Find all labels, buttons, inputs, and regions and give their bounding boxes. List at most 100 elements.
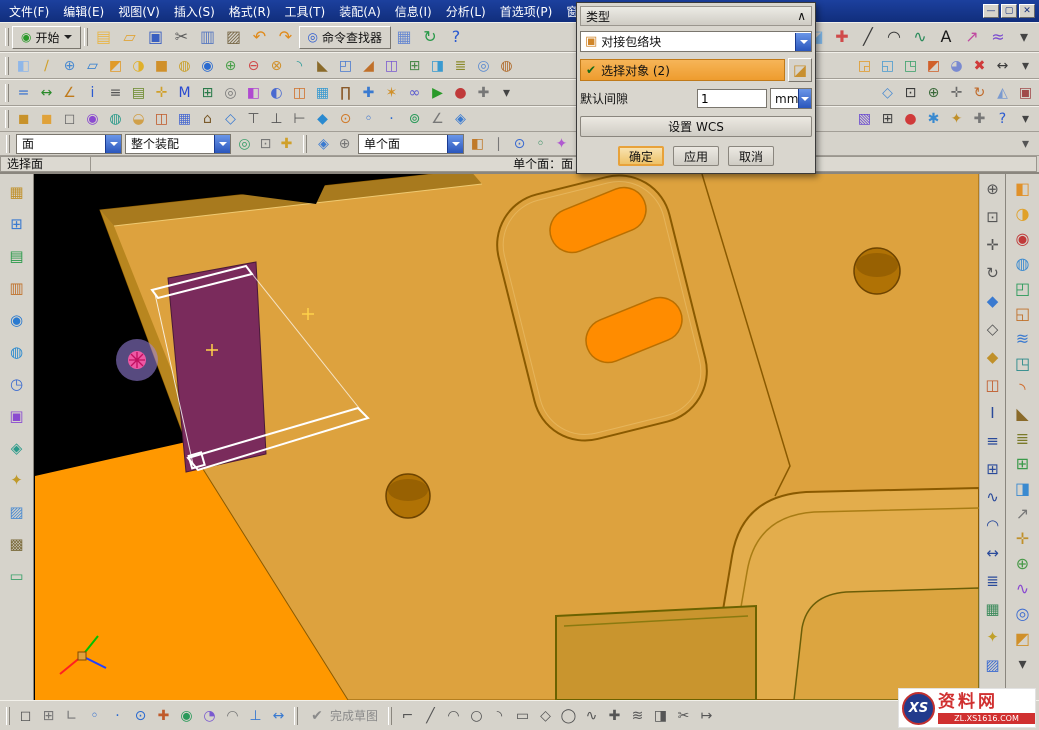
- apply-button[interactable]: 应用: [673, 146, 719, 166]
- snap-angle-icon[interactable]: ∠: [426, 108, 449, 130]
- fillet-icon[interactable]: ◝: [488, 705, 511, 727]
- trimetric-view-icon[interactable]: ◇: [219, 108, 242, 130]
- section-icon[interactable]: ◫: [981, 375, 1005, 396]
- shaded-icon[interactable]: ◆: [981, 347, 1005, 368]
- snap-point-toggle-icon[interactable]: ⊙: [509, 134, 530, 154]
- hd3d-tools-icon[interactable]: ◉: [5, 310, 29, 331]
- reuse-library-icon[interactable]: ▥: [5, 278, 29, 299]
- toolbar-grip[interactable]: [388, 707, 392, 725]
- restore-button[interactable]: ▢: [1001, 4, 1017, 18]
- rectangle-icon[interactable]: ▭: [511, 705, 534, 727]
- patch-icon[interactable]: ◍: [495, 55, 518, 77]
- thread-icon[interactable]: ≣: [1011, 428, 1035, 449]
- edit-section-icon[interactable]: ◫: [150, 108, 173, 130]
- replace-face-icon[interactable]: ◩: [922, 55, 945, 77]
- dimension-bar-icon[interactable]: ↔: [981, 543, 1005, 564]
- dropdown-arrow-icon[interactable]: [795, 33, 811, 51]
- pattern-icon[interactable]: ⊞: [1011, 453, 1035, 474]
- select-object-row[interactable]: ✔ 选择对象 (2): [580, 59, 785, 81]
- assembly-constraints-icon[interactable]: ∏: [334, 82, 357, 104]
- more-features-icon[interactable]: ▾: [1011, 653, 1035, 674]
- emboss-icon[interactable]: ◩: [1011, 628, 1035, 649]
- stop-at-intersection-icon[interactable]: ∣: [488, 134, 509, 154]
- default-gap-input[interactable]: [697, 89, 767, 108]
- unite-icon[interactable]: ⊕: [219, 55, 242, 77]
- menu-information[interactable]: 信息(I): [388, 1, 439, 22]
- iso-view-icon[interactable]: ◆: [311, 108, 334, 130]
- snapshot-icon[interactable]: ▣: [1014, 82, 1037, 104]
- help-icon[interactable]: ?: [443, 24, 469, 50]
- end-point-icon[interactable]: ◦: [357, 108, 380, 130]
- cancel-button[interactable]: 取消: [728, 146, 774, 166]
- section-view-icon[interactable]: ◫: [288, 82, 311, 104]
- snap-point-icon[interactable]: ◉: [175, 705, 198, 727]
- studio-spline-icon[interactable]: ∿: [907, 24, 933, 50]
- face-rule-combo[interactable]: 单个面: [358, 134, 464, 154]
- measure-angle-icon[interactable]: ∠: [58, 82, 81, 104]
- finish-sketch-button[interactable]: ✔ 完成草图: [302, 705, 384, 727]
- boss-icon[interactable]: ◍: [1011, 253, 1035, 274]
- dropdown-arrow-icon[interactable]: [798, 89, 811, 108]
- command-finder-button[interactable]: ◎ 命令查找器: [299, 26, 392, 49]
- inside-only-icon[interactable]: ⊡: [255, 134, 276, 154]
- extend-icon[interactable]: ↦: [695, 705, 718, 727]
- type-combo[interactable]: ▣ 对接包络块: [580, 31, 812, 52]
- process-studio-icon[interactable]: ▣: [5, 406, 29, 427]
- shell-icon[interactable]: ◰: [334, 55, 357, 77]
- orient-wcs-icon[interactable]: ◆: [981, 291, 1005, 312]
- magnify-cursor-icon[interactable]: ⊕: [334, 134, 355, 154]
- collapse-icon[interactable]: ∧: [797, 9, 806, 23]
- circle-icon[interactable]: ○: [465, 705, 488, 727]
- hole-icon[interactable]: ◉: [1011, 228, 1035, 249]
- mirror-icon[interactable]: ◨: [1011, 478, 1035, 499]
- snap-quadrant-icon[interactable]: ◔: [198, 705, 221, 727]
- perspective-icon[interactable]: ◭: [991, 82, 1014, 104]
- snap-mid-icon[interactable]: ·: [106, 705, 129, 727]
- curve-arrow-icon[interactable]: ↗: [959, 24, 985, 50]
- toolbar-grip[interactable]: [303, 135, 307, 153]
- ruler-icon[interactable]: ≡: [981, 431, 1005, 452]
- close-button[interactable]: ✕: [1019, 4, 1035, 18]
- toolbar-grip[interactable]: [5, 57, 9, 75]
- mid-point-icon[interactable]: ·: [380, 108, 403, 130]
- type-group-header[interactable]: 类型 ∧: [580, 6, 812, 26]
- more-tools-icon[interactable]: ▾: [495, 82, 518, 104]
- auto-dimension-icon[interactable]: ↔: [267, 705, 290, 727]
- material-icon[interactable]: M: [173, 82, 196, 104]
- constraints-icon[interactable]: ⊥: [244, 705, 267, 727]
- face-rule-icon[interactable]: ◧: [467, 134, 488, 154]
- object-info-icon[interactable]: i: [81, 82, 104, 104]
- text-icon[interactable]: A: [933, 24, 959, 50]
- tube-icon[interactable]: ◎: [1011, 603, 1035, 624]
- rotate-icon[interactable]: ↻: [981, 263, 1005, 284]
- dropdown-arrow-icon[interactable]: [447, 135, 463, 153]
- refresh-icon[interactable]: ↻: [417, 24, 443, 50]
- touch-panel-icon[interactable]: ▭: [5, 566, 29, 587]
- ok-button[interactable]: 确定: [618, 146, 664, 166]
- linear-dimension-icon[interactable]: ↔: [991, 55, 1014, 77]
- toolbar-grip[interactable]: [84, 28, 88, 46]
- minimize-button[interactable]: —: [983, 4, 999, 18]
- assembly-navigator-icon[interactable]: ▦: [5, 182, 29, 203]
- right-view-icon[interactable]: ⊢: [288, 108, 311, 130]
- view-orient-icon[interactable]: ◇: [876, 82, 899, 104]
- hole-2[interactable]: [386, 474, 430, 518]
- window-icon[interactable]: ▦: [173, 108, 196, 130]
- open-icon[interactable]: ▱: [117, 24, 143, 50]
- high-quality-image-icon[interactable]: ▦: [311, 82, 334, 104]
- menu-analysis[interactable]: 分析(L): [439, 1, 493, 22]
- draft-icon[interactable]: ◢: [357, 55, 380, 77]
- i-beam-icon[interactable]: I: [981, 403, 1005, 424]
- role-menu-icon[interactable]: ▧: [853, 108, 876, 130]
- point-icon[interactable]: ✚: [829, 24, 855, 50]
- manufacturing-wizard-icon[interactable]: ◈: [5, 438, 29, 459]
- cylinder-icon[interactable]: ◍: [173, 55, 196, 77]
- toolbar-grip[interactable]: [5, 28, 9, 46]
- zoom-icon[interactable]: ⊕: [922, 82, 945, 104]
- highlight-related-icon[interactable]: ◎: [234, 134, 255, 154]
- record-icon[interactable]: ●: [449, 82, 472, 104]
- datum-axis-icon[interactable]: ∕: [35, 55, 58, 77]
- grid-icon[interactable]: ⊞: [981, 459, 1005, 480]
- wireframe-icon[interactable]: ◇: [981, 319, 1005, 340]
- spline-icon[interactable]: ∿: [580, 705, 603, 727]
